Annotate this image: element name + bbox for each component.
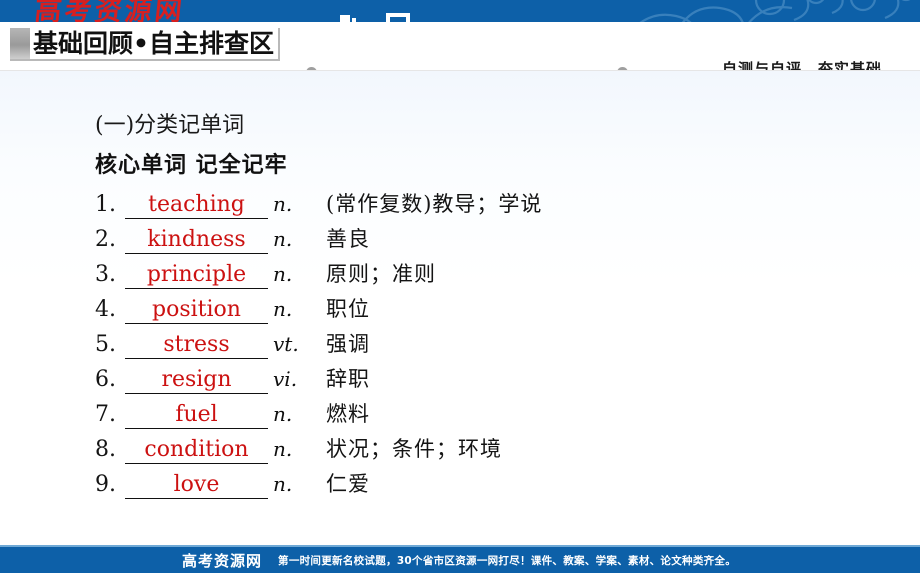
footer-slogan: 第一时间更新名校试题，30个省市区资源一网打尽！课件、教案、学案、素材、论文种类…: [278, 554, 737, 567]
vocabulary-part-of-speech: vt.: [273, 332, 299, 356]
vocabulary-part-of-speech: n.: [273, 437, 293, 461]
content-subtitle: (一)分类记单词: [95, 113, 245, 138]
vocabulary-answer-blank[interactable]: principle: [125, 261, 268, 289]
vocabulary-word: principle: [146, 262, 247, 287]
vocabulary-number: 1.: [95, 192, 116, 217]
vocabulary-answer-blank[interactable]: condition: [125, 436, 268, 464]
vocabulary-word: teaching: [148, 192, 245, 217]
vocabulary-row: 9. love n. 仁爱: [95, 468, 855, 503]
vocabulary-row: 5. stress vt. 强调: [95, 328, 855, 363]
vocabulary-answer-blank[interactable]: fuel: [125, 401, 268, 429]
vocabulary-answer-blank[interactable]: teaching: [125, 191, 268, 219]
page-title: 基础回顾•自主排查区: [33, 29, 274, 58]
vocabulary-row: 3. principle n. 原则；准则: [95, 258, 855, 293]
vocabulary-answer-blank[interactable]: stress: [125, 331, 268, 359]
vocabulary-part-of-speech: n.: [273, 472, 293, 496]
vocabulary-row: 8. condition n. 状况；条件；环境: [95, 433, 855, 468]
vocabulary-number: 8.: [95, 437, 116, 462]
vocabulary-row: 6. resign vi. 辞职: [95, 363, 855, 398]
vocabulary-meaning: 原则；准则: [326, 262, 436, 286]
vocabulary-answer-blank[interactable]: kindness: [125, 226, 268, 254]
watermark-logo-top: 高考资源网: [33, 0, 187, 22]
vocabulary-answer-blank[interactable]: resign: [125, 366, 268, 394]
section-header: 基础回顾•自主排查区 自测与自评 夯实基础: [0, 22, 920, 91]
vocabulary-part-of-speech: n.: [273, 402, 293, 426]
vocabulary-number: 2.: [95, 227, 116, 252]
vocabulary-part-of-speech: n.: [273, 227, 293, 251]
vocabulary-meaning: 辞职: [326, 367, 370, 391]
vocabulary-row: 4. position n. 职位: [95, 293, 855, 328]
main-content: (一)分类记单词 核心单词 记全记牢 1. teaching n. (常作复数)教导；…: [0, 71, 920, 545]
vocabulary-word: condition: [144, 437, 249, 462]
footer-bar: 高考资源网 第一时间更新名校试题，30个省市区资源一网打尽！课件、教案、学案、素…: [0, 545, 920, 573]
vocabulary-meaning: (常作复数)教导；学说: [326, 192, 543, 216]
vocabulary-number: 5.: [95, 332, 116, 357]
section-title-plate: 基础回顾•自主排查区: [10, 28, 280, 61]
content-inner: (一)分类记单词 核心单词 记全记牢 1. teaching n. (常作复数)教导；…: [95, 107, 855, 503]
vocabulary-list: 1. teaching n. (常作复数)教导；学说 2. kindness n. 善良 3. p…: [95, 188, 855, 503]
vocabulary-part-of-speech: vi.: [273, 367, 298, 391]
vocabulary-meaning: 善良: [326, 227, 370, 251]
vocabulary-number: 3.: [95, 262, 116, 287]
vocabulary-number: 4.: [95, 297, 116, 322]
vocabulary-part-of-speech: n.: [273, 262, 293, 286]
vocabulary-meaning: 强调: [326, 332, 370, 356]
title-accent-block: [10, 28, 30, 59]
vocabulary-word: resign: [161, 367, 232, 392]
vocabulary-answer-blank[interactable]: love: [125, 471, 268, 499]
vocabulary-word: love: [173, 472, 220, 497]
vocabulary-row: 2. kindness n. 善良: [95, 223, 855, 258]
vocabulary-row: 1. teaching n. (常作复数)教导；学说: [95, 188, 855, 223]
vocabulary-row: 7. fuel n. 燃料: [95, 398, 855, 433]
vocabulary-word: position: [152, 297, 241, 322]
vocabulary-word: stress: [163, 332, 230, 357]
vocabulary-number: 9.: [95, 472, 116, 497]
vocabulary-meaning: 仁爱: [326, 472, 370, 496]
top-banner: 高考资源网: [0, 0, 920, 22]
vocabulary-meaning: 燃料: [326, 402, 370, 426]
vocabulary-number: 6.: [95, 367, 116, 392]
vocabulary-answer-blank[interactable]: position: [125, 296, 268, 324]
vocabulary-meaning: 状况；条件；环境: [326, 437, 502, 461]
vocabulary-number: 7.: [95, 402, 116, 427]
footer-brand: 高考资源网: [182, 551, 263, 570]
vocabulary-part-of-speech: n.: [273, 192, 293, 216]
vocabulary-part-of-speech: n.: [273, 297, 293, 321]
content-heading: 核心单词 记全记牢: [95, 153, 288, 178]
vocabulary-meaning: 职位: [326, 297, 370, 321]
vocabulary-word: fuel: [175, 402, 218, 427]
vocabulary-word: kindness: [147, 227, 246, 252]
